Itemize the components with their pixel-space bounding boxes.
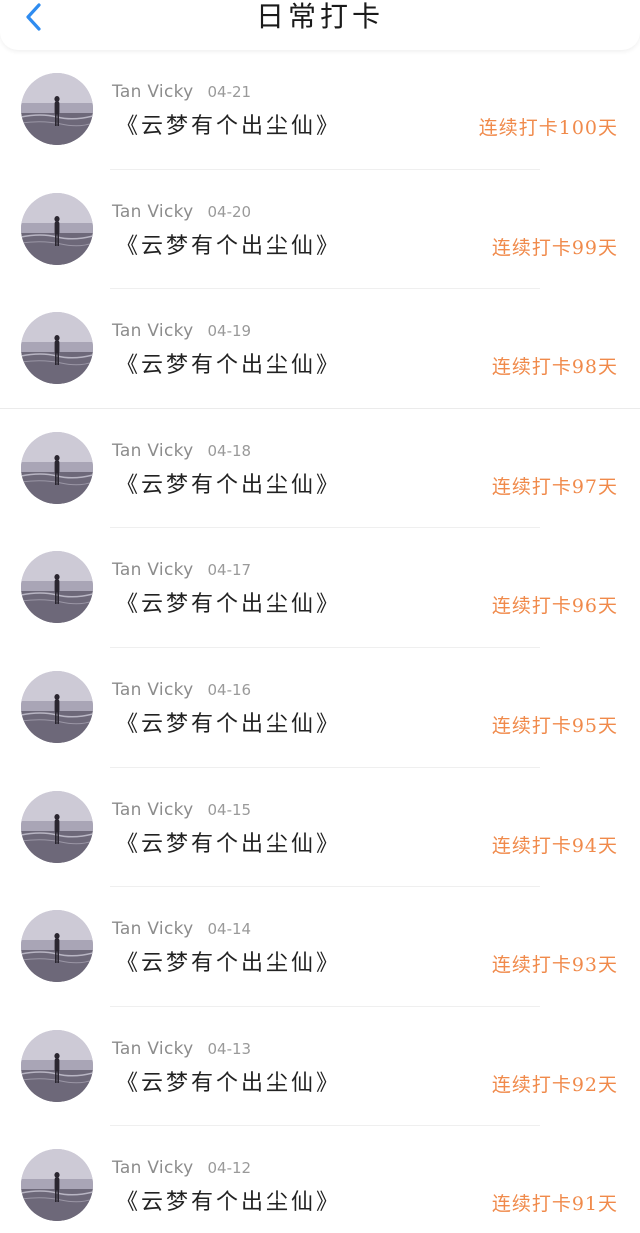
entry-date: 04-21 (207, 83, 252, 101)
book-title[interactable]: 《云梦有个出尘仙》 (116, 349, 341, 383)
user-name[interactable]: Tan Vicky (112, 202, 194, 222)
entry-meta: Tan Vicky 04-20 (112, 200, 251, 224)
avatar[interactable] (21, 192, 93, 265)
top-bar: 日常打卡 (0, 0, 640, 50)
avatar[interactable] (21, 551, 93, 624)
avatar[interactable] (21, 670, 93, 743)
page-title: 日常打卡 (255, 0, 384, 33)
checkin-entry[interactable]: Tan Vicky 04-13 《云梦有个出尘仙》 连续打卡92天 (0, 1006, 640, 1127)
user-name[interactable]: Tan Vicky (112, 321, 194, 341)
beach-person-image (21, 312, 93, 385)
entry-date: 04-15 (207, 800, 252, 819)
checkin-entry[interactable]: Tan Vicky 04-17 《云梦有个出尘仙》 连续打卡96天 (0, 528, 640, 648)
streak-label: 连续打卡95天 (491, 714, 618, 737)
entry-meta: Tan Vicky 04-14 (112, 917, 251, 941)
checkin-entry[interactable]: Tan Vicky 04-12 《云梦有个出尘仙》 连续打卡91天 (0, 1126, 640, 1233)
entry-date: 04-12 (207, 1159, 252, 1178)
entry-meta: Tan Vicky 04-18 (112, 439, 251, 463)
checkin-entry[interactable]: Tan Vicky 04-14 《云梦有个出尘仙》 连续打卡93天 (0, 887, 640, 1007)
avatar[interactable] (21, 1029, 93, 1102)
beach-person-image (21, 192, 93, 265)
book-title[interactable]: 《云梦有个出尘仙》 (116, 828, 341, 862)
entry-date: 04-16 (207, 680, 252, 699)
streak-label: 连续打卡99天 (491, 236, 618, 259)
entry-meta: Tan Vicky 04-12 (112, 1156, 251, 1180)
user-name[interactable]: Tan Vicky (112, 1158, 194, 1178)
streak-label: 连续打卡96天 (491, 595, 618, 618)
avatar[interactable] (21, 312, 93, 385)
avatar[interactable] (21, 910, 93, 983)
book-title[interactable]: 《云梦有个出尘仙》 (116, 588, 341, 622)
entry-meta: Tan Vicky 04-15 (112, 798, 251, 822)
user-name[interactable]: Tan Vicky (112, 560, 194, 580)
avatar[interactable] (21, 73, 93, 145)
user-name[interactable]: Tan Vicky (112, 680, 194, 700)
checkin-entry[interactable]: Tan Vicky 04-20 《云梦有个出尘仙》 连续打卡99天 (0, 169, 640, 290)
beach-person-image (21, 1149, 93, 1222)
avatar[interactable] (21, 1149, 93, 1222)
book-title[interactable]: 《云梦有个出尘仙》 (116, 1186, 341, 1220)
entry-date: 04-14 (207, 920, 252, 939)
checkin-entry[interactable]: Tan Vicky 04-18 《云梦有个出尘仙》 连续打卡97天 (0, 408, 640, 529)
book-title[interactable]: 《云梦有个出尘仙》 (116, 1067, 341, 1101)
avatar[interactable] (21, 790, 93, 863)
checkin-list[interactable]: Tan Vicky 04-21 《云梦有个出尘仙》 连续打卡100天 Tan Vi… (0, 50, 640, 1233)
beach-person-image (21, 1029, 93, 1102)
beach-person-image (21, 910, 93, 983)
avatar[interactable] (21, 431, 93, 504)
entry-date: 04-18 (207, 441, 252, 460)
streak-label: 连续打卡93天 (491, 954, 618, 977)
checkin-entry[interactable]: Tan Vicky 04-16 《云梦有个出尘仙》 连续打卡95天 (0, 647, 640, 768)
user-name[interactable]: Tan Vicky (112, 441, 194, 461)
user-name[interactable]: Tan Vicky (112, 82, 194, 102)
entry-meta: Tan Vicky 04-13 (112, 1037, 251, 1061)
streak-label: 连续打卡92天 (491, 1073, 618, 1096)
checkin-entry[interactable]: Tan Vicky 04-19 《云梦有个出尘仙》 连续打卡98天 (0, 289, 640, 409)
user-name[interactable]: Tan Vicky (112, 800, 194, 820)
book-title[interactable]: 《云梦有个出尘仙》 (116, 230, 341, 264)
entry-meta: Tan Vicky 04-16 (112, 678, 251, 702)
entry-meta: Tan Vicky 04-21 (112, 80, 251, 104)
streak-label: 连续打卡94天 (491, 834, 618, 857)
beach-person-image (21, 431, 93, 504)
entry-date: 04-20 (207, 202, 252, 221)
beach-person-image (21, 551, 93, 624)
entry-meta: Tan Vicky 04-17 (112, 558, 251, 582)
streak-label: 连续打卡91天 (491, 1193, 618, 1216)
entry-date: 04-13 (207, 1039, 252, 1058)
beach-person-image (21, 73, 93, 145)
user-name[interactable]: Tan Vicky (112, 919, 194, 939)
streak-label: 连续打卡97天 (491, 475, 618, 498)
entry-date: 04-17 (207, 561, 252, 580)
checkin-entry[interactable]: Tan Vicky 04-21 《云梦有个出尘仙》 连续打卡100天 (0, 50, 640, 170)
beach-person-image (21, 790, 93, 863)
beach-person-image (21, 670, 93, 743)
book-title[interactable]: 《云梦有个出尘仙》 (116, 947, 341, 981)
checkin-screen: 日常打卡 Tan Vicky 04-21 《云梦有个出尘仙》 连续打卡100天 (0, 0, 640, 1233)
streak-label: 连续打卡100天 (478, 117, 618, 139)
checkin-entry[interactable]: Tan Vicky 04-15 《云梦有个出尘仙》 连续打卡94天 (0, 767, 640, 888)
entry-meta: Tan Vicky 04-19 (112, 319, 251, 343)
book-title[interactable]: 《云梦有个出尘仙》 (116, 469, 341, 503)
book-title[interactable]: 《云梦有个出尘仙》 (116, 110, 341, 144)
streak-label: 连续打卡98天 (491, 356, 618, 379)
user-name[interactable]: Tan Vicky (112, 1039, 194, 1059)
entry-date: 04-19 (207, 322, 252, 341)
book-title[interactable]: 《云梦有个出尘仙》 (116, 708, 341, 742)
